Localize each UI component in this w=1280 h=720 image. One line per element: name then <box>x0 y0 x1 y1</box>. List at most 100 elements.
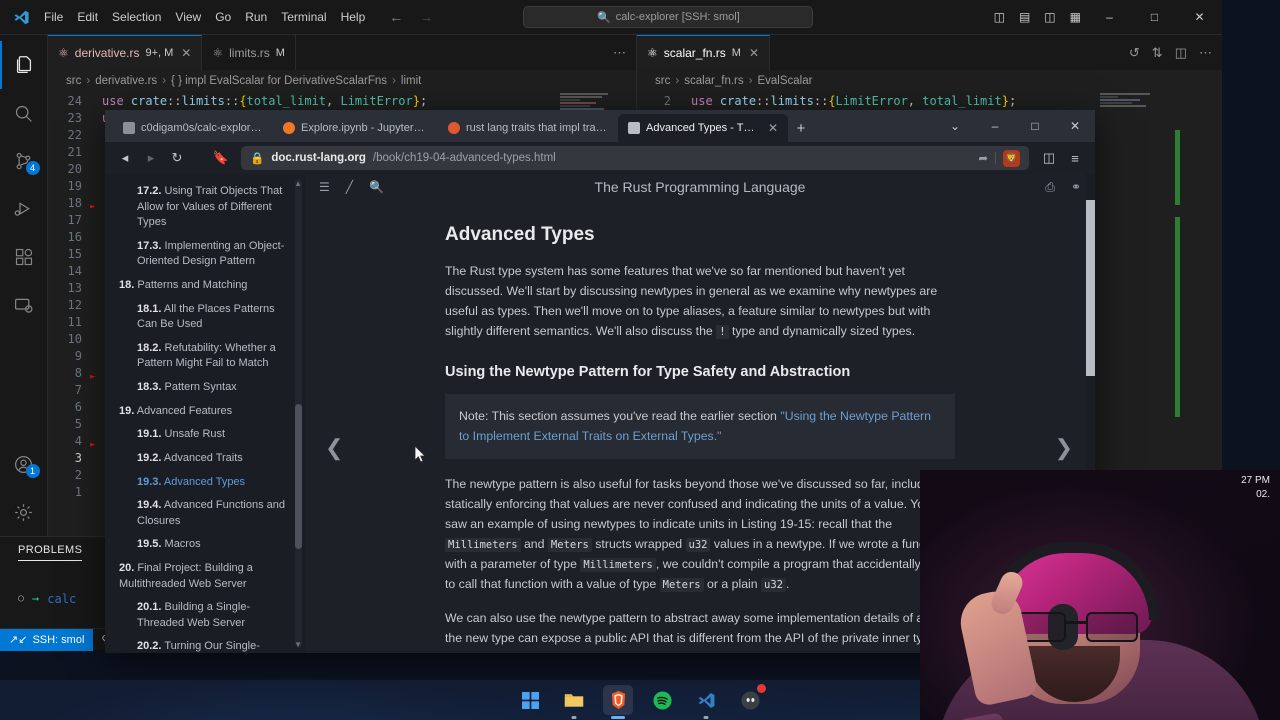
taskbar-discord-icon[interactable] <box>735 684 766 715</box>
activity-extensions-icon[interactable] <box>0 233 48 281</box>
activity-accounts-icon[interactable]: 1 <box>0 440 48 488</box>
breadcrumb-right[interactable]: src › scalar_fn.rs › EvalScalar <box>637 70 1222 92</box>
breadcrumb-impl[interactable]: { } impl EvalScalar for DerivativeScalar… <box>171 75 387 87</box>
browser-tab-duckduckgo[interactable]: rust lang traits that impl traits at Duc… <box>438 114 618 142</box>
tab-search-chevron-icon[interactable]: ⌄ <box>935 110 975 142</box>
tab-close-icon[interactable]: ✕ <box>181 46 191 60</box>
breadcrumb-src[interactable]: src <box>66 75 81 87</box>
toc-scrollbar-thumb[interactable] <box>295 404 302 549</box>
menu-file[interactable]: File <box>44 10 63 24</box>
timeline-icon[interactable]: ↺ <box>1129 45 1140 61</box>
menu-selection[interactable]: Selection <box>112 10 161 24</box>
browser-close-button[interactable]: ✕ <box>1055 110 1095 142</box>
breakpoint-marker[interactable]: ► <box>90 372 95 382</box>
command-center-search[interactable]: 🔍 calc-explorer [SSH: smol] <box>523 6 814 28</box>
breakpoint-marker[interactable]: ► <box>90 202 95 212</box>
menu-go[interactable]: Go <box>215 10 231 24</box>
browser-menu-icon[interactable]: ≡ <box>1063 146 1087 170</box>
theme-paintbrush-icon[interactable]: ╱ <box>346 180 353 194</box>
brave-shields-icon[interactable]: 🦁 <box>1003 149 1020 167</box>
tab-close-icon[interactable]: ✕ <box>768 121 778 135</box>
editor-more-actions-icon[interactable]: ⋯ <box>1199 45 1212 61</box>
split-editor-icon[interactable]: ◫ <box>1175 45 1187 61</box>
github-icon[interactable]: ⚭ <box>1071 180 1081 195</box>
editor-more-actions-icon[interactable]: ⋯ <box>613 45 626 61</box>
browser-minimize-button[interactable]: – <box>975 110 1015 142</box>
toc-item[interactable]: 19.5. Macros <box>137 533 291 557</box>
toc-item[interactable]: 18.1. All the Places Patterns Can Be Use… <box>137 298 291 337</box>
nav-back-icon[interactable]: ← <box>389 9 403 25</box>
next-chapter-icon[interactable]: ❯ <box>1055 435 1073 461</box>
toc-item[interactable]: 19.2. Advanced Traits <box>137 447 291 471</box>
window-maximize-button[interactable]: □ <box>1132 0 1177 34</box>
menu-run[interactable]: Run <box>245 10 267 24</box>
reload-icon[interactable]: ↻ <box>165 146 189 170</box>
toc-item[interactable]: 18.3. Pattern Syntax <box>137 376 291 400</box>
sync-changes-icon[interactable]: ⇅ <box>1152 45 1163 61</box>
page-scrollbar-thumb[interactable] <box>1086 200 1095 376</box>
tab-close-icon[interactable]: ✕ <box>749 46 759 60</box>
tab-limits-rs[interactable]: ⚛ limits.rs M <box>202 35 296 70</box>
taskbar-file-explorer-icon[interactable] <box>559 685 589 719</box>
toc-item[interactable]: 17.3. Implementing an Object-Oriented De… <box>137 235 291 274</box>
toc-item[interactable]: 17.2. Using Trait Objects That Allow for… <box>137 180 291 235</box>
window-minimize-button[interactable]: – <box>1087 0 1132 34</box>
toc-item[interactable]: 20.1. Building a Single-Threaded Web Ser… <box>137 596 291 635</box>
previous-chapter-icon[interactable]: ❮ <box>325 435 343 461</box>
system-clock[interactable]: 27 PM 02. <box>1241 474 1270 501</box>
new-tab-button[interactable]: + <box>788 114 814 142</box>
menu-edit[interactable]: Edit <box>77 10 98 24</box>
bookmark-icon[interactable]: 🔖 <box>209 146 233 170</box>
taskbar-brave-icon[interactable] <box>603 685 633 719</box>
breadcrumb-file[interactable]: scalar_fn.rs <box>684 75 743 87</box>
toc-item[interactable]: 19.1. Unsafe Rust <box>137 423 291 447</box>
book-search-icon[interactable]: 🔍 <box>369 180 384 194</box>
activity-search-icon[interactable] <box>0 89 48 137</box>
breadcrumb-symbol[interactable]: EvalScalar <box>757 75 812 87</box>
sidebar-toggle-icon[interactable]: ◫ <box>1037 146 1061 170</box>
nav-forward-icon[interactable]: → <box>419 9 433 25</box>
panel-tab-problems[interactable]: PROBLEMS <box>18 544 82 561</box>
scroll-up-icon[interactable]: ▲ <box>294 178 302 189</box>
breadcrumb-symbol[interactable]: limit <box>401 75 421 87</box>
tab-derivative-rs[interactable]: ⚛ derivative.rs 9+, M ✕ <box>48 35 203 70</box>
activity-explorer-icon[interactable] <box>0 41 48 89</box>
taskbar-vscode-icon[interactable] <box>691 685 721 719</box>
toc-item-active[interactable]: 19.3. Advanced Types <box>137 471 291 495</box>
menu-terminal[interactable]: Terminal <box>281 10 326 24</box>
browser-tab-jupyterlab[interactable]: Explore.ipynb - JupyterLab <box>273 114 438 142</box>
tab-scalar-fn-rs[interactable]: ⚛ scalar_fn.rs M ✕ <box>637 35 771 70</box>
browser-maximize-button[interactable]: □ <box>1015 110 1055 142</box>
breadcrumb-file[interactable]: derivative.rs <box>95 75 157 87</box>
activity-run-debug-icon[interactable] <box>0 185 48 233</box>
back-icon[interactable]: ◂ <box>113 146 137 170</box>
toc-item[interactable]: 20. Final Project: Building a Multithrea… <box>119 557 291 596</box>
browser-tab-notabug[interactable]: c0digam0s/calc-explorer - NotABug.o <box>113 114 273 142</box>
toc-item[interactable]: 19.4. Advanced Functions and Closures <box>137 494 291 533</box>
activity-source-control-icon[interactable]: 4 <box>0 137 48 185</box>
toc-item[interactable]: 18.2. Refutability: Whether a Pattern Mi… <box>137 337 291 376</box>
address-bar[interactable]: 🔒 doc.rust-lang.org/book/ch19-04-advance… <box>241 146 1029 170</box>
toggle-primary-sidebar-icon[interactable]: ◫ <box>994 10 1005 24</box>
customize-layout-icon[interactable]: ▦ <box>1070 10 1081 24</box>
toc-item[interactable]: 19. Advanced Features <box>119 400 291 424</box>
breadcrumb-src[interactable]: src <box>655 75 670 87</box>
scroll-down-icon[interactable]: ▼ <box>294 639 302 650</box>
forward-icon[interactable]: ▸ <box>139 146 163 170</box>
menu-help[interactable]: Help <box>341 10 366 24</box>
breakpoint-marker[interactable]: ► <box>90 440 95 450</box>
book-toc-sidebar[interactable]: 17.2. Using Trait Objects That Allow for… <box>105 174 305 653</box>
toc-item[interactable]: 18. Patterns and Matching <box>119 274 291 298</box>
share-icon[interactable]: ➦ <box>978 151 988 165</box>
taskbar-start-button[interactable] <box>515 685 545 715</box>
toggle-secondary-sidebar-icon[interactable]: ◫ <box>1044 10 1055 24</box>
taskbar-spotify-icon[interactable] <box>647 685 677 715</box>
activity-remote-explorer-icon[interactable] <box>0 281 48 329</box>
print-icon[interactable]: ⎙ <box>1045 180 1055 195</box>
vscode-menubar[interactable]: File Edit Selection View Go Run Terminal… <box>42 10 365 24</box>
browser-tab-rust-book[interactable]: Advanced Types - The Rust Progra ✕ <box>618 114 788 142</box>
status-remote-ssh[interactable]: ↗↙ SSH: smol <box>0 628 94 651</box>
toc-item[interactable]: 20.2. Turning Our Single-Threaded Server… <box>137 635 291 653</box>
toggle-sidebar-icon[interactable]: ☰ <box>319 180 330 194</box>
activity-settings-icon[interactable] <box>0 488 48 536</box>
